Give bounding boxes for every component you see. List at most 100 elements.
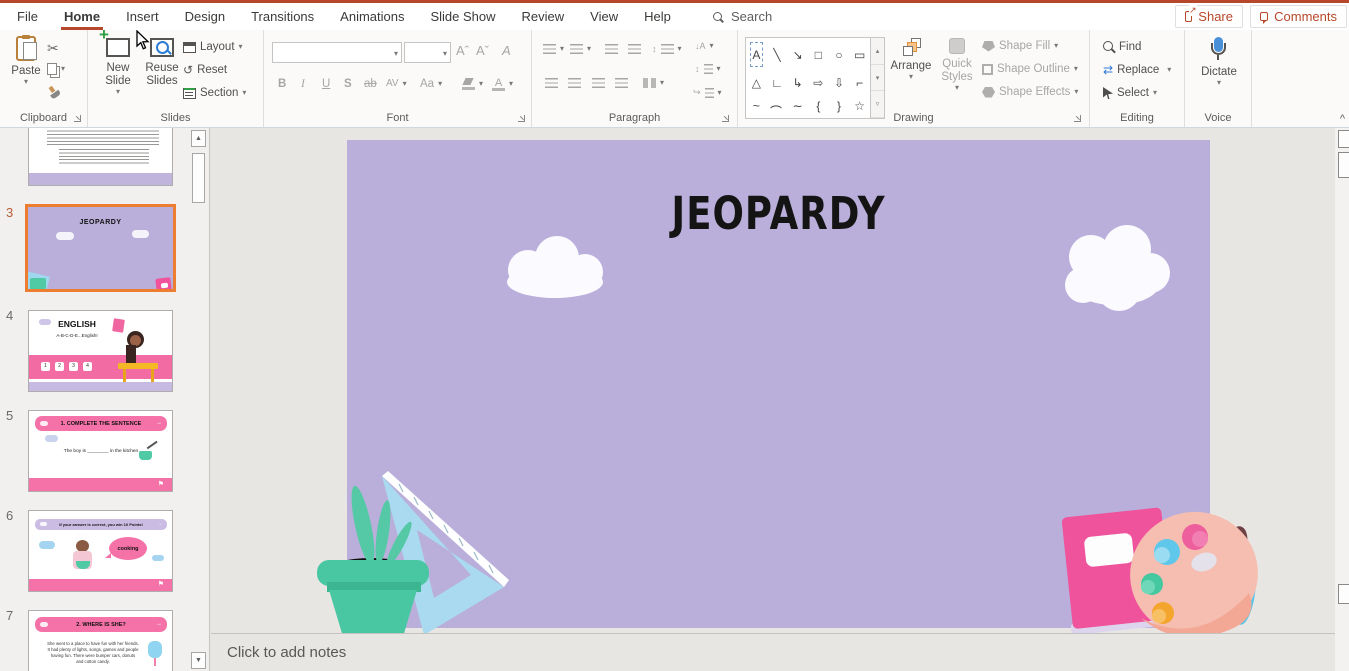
change-case-button[interactable]: Aa ▾ [420, 78, 442, 90]
notes-panel[interactable]: Click to add notes [211, 633, 1335, 671]
shape-rectangle-icon[interactable]: □ [808, 38, 829, 71]
align-right-button[interactable] [592, 78, 605, 88]
reset-button[interactable]: ↺ Reset [183, 64, 227, 76]
slide-5-thumbnail[interactable]: 1. COMPLETE THE SENTENCE → The boy is __… [28, 410, 173, 492]
dictate-button[interactable]: Dictate ▾ [1197, 37, 1241, 87]
cloud-right[interactable] [1053, 223, 1177, 317]
gallery-down-icon[interactable]: ▾ [871, 65, 884, 92]
text-direction-button[interactable]: ↓A ▾ [695, 41, 714, 51]
select-label: Select [1117, 87, 1149, 99]
underline-button[interactable]: U [322, 78, 330, 90]
shape-effects-icon [982, 87, 995, 98]
font-dialog-launcher[interactable] [518, 115, 525, 122]
thumbnails-scrollbar-thumb[interactable] [192, 153, 205, 203]
paragraph-dialog-launcher[interactable] [722, 115, 729, 122]
new-slide-button[interactable]: New Slide ▾ [98, 38, 138, 96]
share-button[interactable]: Share [1175, 5, 1243, 28]
search-box[interactable]: Search [713, 3, 772, 30]
arrange-button[interactable]: Arrange ▾ [888, 38, 934, 81]
font-color-button[interactable]: A ▾ [492, 77, 513, 91]
plant-pot-ruler-illustration[interactable] [299, 470, 524, 633]
clipboard-dialog-launcher[interactable] [74, 115, 81, 122]
italic-button[interactable]: I [301, 78, 305, 90]
quick-styles-button[interactable]: Quick Styles ▾ [936, 38, 978, 92]
tab-review[interactable]: Review [509, 3, 578, 30]
shapes-gallery[interactable]: A ╲ ↘ □ ○ ▭ △ ∟ ↳ ⇨ ⇩ ⌐ ~ ( ∼ { } ☆ [745, 37, 871, 119]
paste-button[interactable]: Paste ▾ [8, 36, 44, 86]
tab-slide-show[interactable]: Slide Show [417, 3, 508, 30]
shape-rounded-rectangle-icon[interactable]: ▭ [849, 38, 870, 71]
find-button[interactable]: Find [1103, 41, 1141, 53]
shape-oval-icon[interactable]: ○ [829, 38, 850, 71]
shape-right-arrow-icon[interactable]: ⇨ [808, 71, 829, 94]
slide-6-thumbnail[interactable]: If your answer is correct, you win 10 Po… [28, 510, 173, 592]
align-center-button[interactable] [568, 78, 581, 88]
copy-button[interactable]: ▾ [47, 63, 65, 75]
tab-design[interactable]: Design [172, 3, 238, 30]
shape-corner-icon[interactable]: ⌐ [849, 71, 870, 94]
vertical-scrollbar-thumb[interactable] [1338, 130, 1349, 148]
smartart-icon: ↪ [693, 87, 701, 98]
grow-font-button[interactable]: Aˆ [456, 43, 469, 58]
character-spacing-button[interactable]: AV ▾ [386, 78, 407, 89]
cloud-left[interactable] [495, 232, 617, 302]
numbering-button[interactable]: ▾ [570, 44, 591, 54]
notebook-palette-illustration[interactable] [1049, 498, 1274, 633]
previous-slide-button[interactable] [1338, 584, 1349, 604]
gallery-up-icon[interactable]: ▴ [871, 38, 884, 65]
decrease-indent-button[interactable] [605, 44, 618, 54]
shape-outline-button[interactable]: Shape Outline ▾ [982, 63, 1078, 75]
tab-file[interactable]: File [4, 3, 51, 30]
highlight-button[interactable]: ▾ [462, 78, 483, 90]
tab-animations[interactable]: Animations [327, 3, 417, 30]
line-spacing-button[interactable]: ↕ ▾ [652, 44, 682, 54]
comments-button[interactable]: Comments [1250, 5, 1347, 28]
select-button[interactable]: Select ▾ [1103, 87, 1157, 99]
format-painter-button[interactable] [47, 86, 60, 99]
slide-2-thumbnail[interactable] [28, 128, 173, 186]
cut-button[interactable]: ✂ [47, 41, 59, 55]
bold-button[interactable]: B [278, 78, 286, 90]
arrange-icon [902, 38, 920, 56]
shape-triangle-icon[interactable]: △ [746, 71, 767, 94]
replace-button[interactable]: ⇄ Replace ▾ [1103, 64, 1171, 76]
vertical-scrollbar[interactable] [1335, 128, 1349, 671]
shape-textbox-icon[interactable]: A [750, 42, 763, 67]
collapse-ribbon-icon[interactable]: ^ [1340, 113, 1345, 125]
text-shadow-button[interactable]: S [344, 78, 352, 90]
font-size-combobox[interactable]: ▾ [404, 42, 451, 63]
align-text-button[interactable]: ↕ ▾ [695, 64, 721, 74]
shape-elbow-connector-icon[interactable]: ∟ [767, 71, 788, 94]
vertical-scrollbar-track-box[interactable] [1338, 152, 1349, 178]
shape-fill-button[interactable]: Shape Fill ▾ [982, 40, 1058, 52]
drawing-dialog-launcher[interactable] [1074, 115, 1081, 122]
shape-line-icon[interactable]: ╲ [767, 38, 788, 71]
bullets-button[interactable]: ▾ [543, 44, 564, 54]
tab-insert[interactable]: Insert [113, 3, 172, 30]
columns-button[interactable]: ▾ [643, 78, 664, 88]
align-left-button[interactable] [545, 78, 558, 88]
notes-placeholder[interactable]: Click to add notes [227, 644, 346, 661]
layout-button[interactable]: Layout ▾ [183, 41, 243, 53]
shrink-font-button[interactable]: Aˇ [476, 43, 489, 58]
clear-formatting-button[interactable]: A [502, 43, 511, 58]
convert-to-smartart-button[interactable]: ↪ ▾ [693, 87, 722, 98]
slide-4-thumbnail[interactable]: ENGLISH A-B-C-D-E...English! 1 2 3 4 [28, 310, 173, 392]
tab-help[interactable]: Help [631, 3, 684, 30]
justify-button[interactable] [615, 78, 628, 88]
font-name-combobox[interactable]: ▾ [272, 42, 402, 63]
strikethrough-button[interactable]: ab [364, 78, 377, 90]
increase-indent-button[interactable] [628, 44, 641, 54]
tab-transitions[interactable]: Transitions [238, 3, 327, 30]
slide-3-thumbnail[interactable]: JEOPARDY [28, 207, 173, 289]
shape-effects-button[interactable]: Shape Effects ▾ [982, 86, 1078, 98]
shape-arrow-icon[interactable]: ↘ [787, 38, 808, 71]
thumbnails-scroll-down-button[interactable]: ▼ [191, 652, 206, 669]
slide-7-thumbnail[interactable]: 2. WHERE IS SHE? → She went to a place t… [28, 610, 173, 671]
shape-elbow-arrow-icon[interactable]: ↳ [787, 71, 808, 94]
thumbnails-scroll-up-button[interactable]: ▲ [191, 130, 206, 147]
section-button[interactable]: Section ▾ [183, 87, 246, 99]
tab-view[interactable]: View [577, 3, 631, 30]
shape-down-arrow-icon[interactable]: ⇩ [829, 71, 850, 94]
shapes-gallery-scrollbar[interactable]: ▴ ▾ ▿ [871, 37, 885, 119]
